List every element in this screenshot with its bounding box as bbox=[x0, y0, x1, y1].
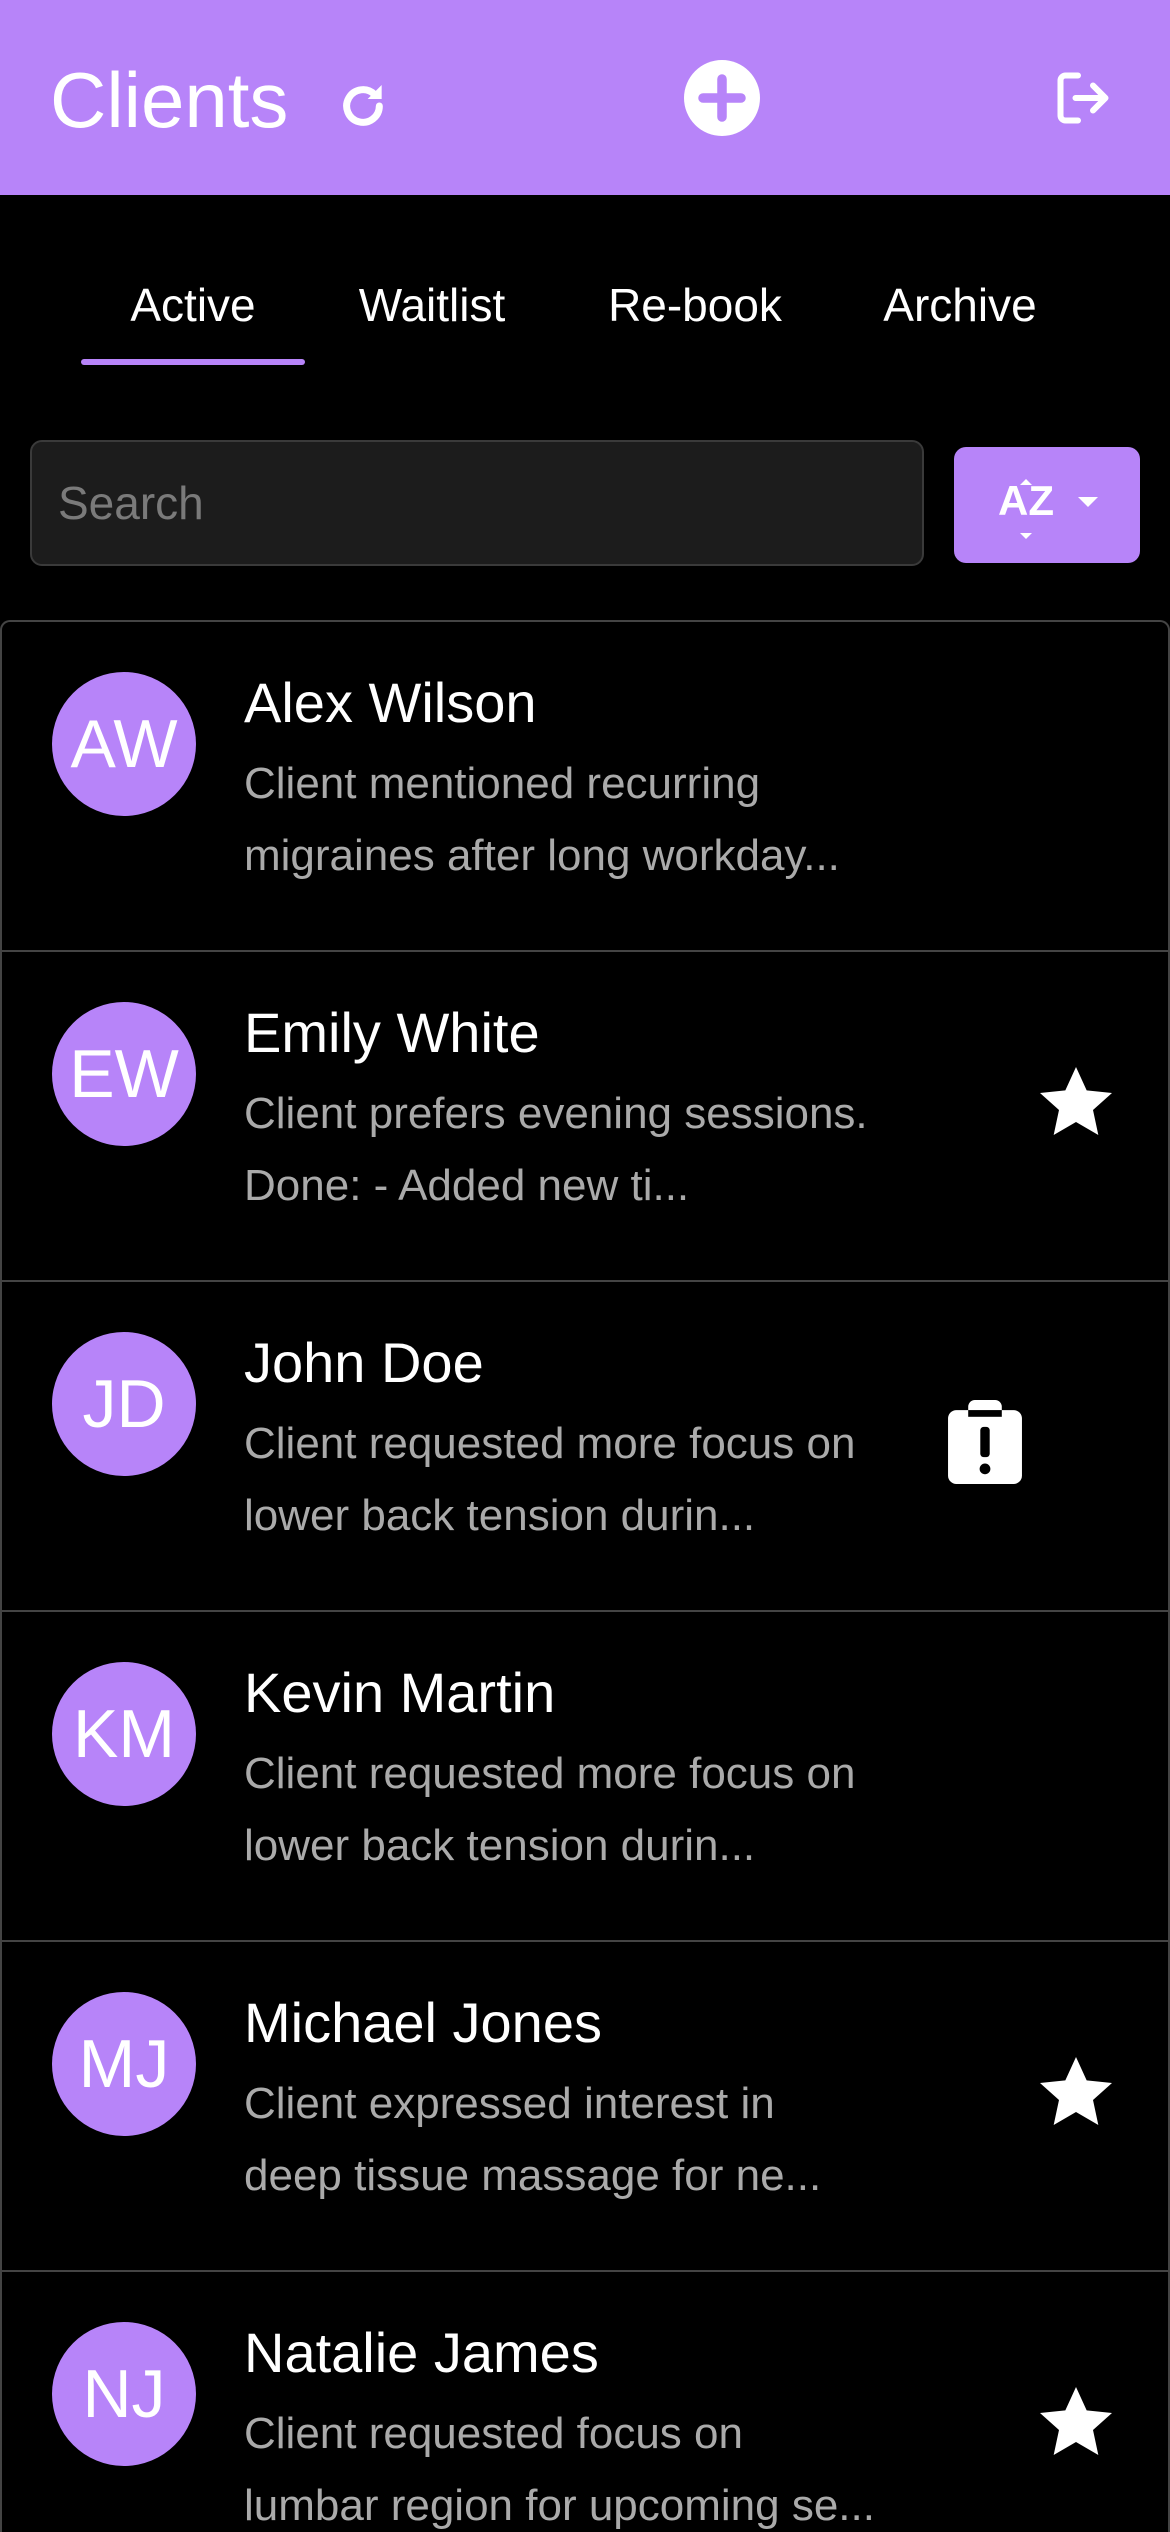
tab-rebook[interactable]: Re-book bbox=[590, 270, 800, 340]
client-name: John Doe bbox=[244, 1331, 484, 1394]
client-name: Emily White bbox=[244, 1001, 540, 1064]
client-note-line: Client requested more focus on bbox=[244, 1419, 856, 1468]
logout-icon[interactable] bbox=[1053, 68, 1113, 128]
tab-active[interactable]: Active bbox=[81, 270, 305, 340]
client-note-line: Client requested more focus on bbox=[244, 1749, 856, 1798]
sort-button[interactable]: AZ bbox=[954, 447, 1140, 563]
client-row[interactable]: AW Alex Wilson Client mentioned recurrin… bbox=[2, 622, 1168, 952]
client-note: Client requested more focus on lower bac… bbox=[244, 1408, 944, 1552]
client-note: Client prefers evening sessions. Done: -… bbox=[244, 1078, 944, 1222]
avatar: MJ bbox=[52, 1992, 196, 2136]
client-row[interactable]: EW Emily White Client prefers evening se… bbox=[2, 952, 1168, 1282]
star-icon bbox=[1040, 2057, 1112, 2125]
client-note-line: lower back tension durin... bbox=[244, 1821, 756, 1870]
client-row[interactable]: JD John Doe Client requested more focus … bbox=[2, 1282, 1168, 1612]
client-row[interactable]: MJ Michael Jones Client expressed intere… bbox=[2, 1942, 1168, 2272]
client-note-line: lumbar region for upcoming se... bbox=[244, 2481, 875, 2530]
active-tab-indicator bbox=[81, 359, 305, 365]
status-tabs: Active Waitlist Re-book Archive bbox=[0, 195, 1170, 370]
avatar: JD bbox=[52, 1332, 196, 1476]
client-row[interactable]: KM Kevin Martin Client requested more fo… bbox=[2, 1612, 1168, 1942]
client-note: Client requested focus on lumbar region … bbox=[244, 2398, 944, 2532]
client-name: Michael Jones bbox=[244, 1991, 602, 2054]
client-name: Kevin Martin bbox=[244, 1661, 556, 1724]
client-name: Alex Wilson bbox=[244, 671, 537, 734]
avatar: NJ bbox=[52, 2322, 196, 2466]
add-circle-icon[interactable] bbox=[684, 60, 760, 136]
search-box bbox=[30, 440, 924, 566]
avatar: AW bbox=[52, 672, 196, 816]
avatar: EW bbox=[52, 1002, 196, 1146]
tab-waitlist[interactable]: Waitlist bbox=[340, 270, 524, 340]
star-icon bbox=[1040, 1067, 1112, 1135]
client-note-line: deep tissue massage for ne... bbox=[244, 2151, 822, 2200]
client-name: Natalie James bbox=[244, 2321, 599, 2384]
sort-alpha-icon: AZ bbox=[998, 477, 1098, 539]
client-row[interactable]: NJ Natalie James Client requested focus … bbox=[2, 2272, 1168, 2532]
avatar: KM bbox=[52, 1662, 196, 1806]
client-note-line: migraines after long workday... bbox=[244, 831, 840, 880]
clipboard-alert-icon bbox=[948, 1400, 1022, 1484]
page-title: Clients bbox=[50, 56, 289, 144]
client-list: AW Alex Wilson Client mentioned recurrin… bbox=[0, 620, 1170, 2532]
client-note-line: lower back tension durin... bbox=[244, 1491, 756, 1540]
tab-archive[interactable]: Archive bbox=[870, 270, 1050, 340]
client-note: Client requested more focus on lower bac… bbox=[244, 1738, 944, 1882]
client-note: Client expressed interest in deep tissue… bbox=[244, 2068, 944, 2212]
star-icon bbox=[1040, 2387, 1112, 2455]
client-note-line: Client prefers evening sessions. bbox=[244, 1089, 868, 1138]
client-note-line: Client expressed interest in bbox=[244, 2079, 775, 2128]
app-header: Clients bbox=[0, 0, 1170, 195]
client-note-line: Client mentioned recurring bbox=[244, 759, 761, 808]
client-note: Client mentioned recurring migraines aft… bbox=[244, 748, 944, 892]
client-note-line: Done: - Added new ti... bbox=[244, 1161, 690, 1210]
search-input[interactable] bbox=[32, 442, 922, 564]
client-note-line: Client requested focus on bbox=[244, 2409, 743, 2458]
refresh-icon[interactable] bbox=[335, 78, 391, 134]
